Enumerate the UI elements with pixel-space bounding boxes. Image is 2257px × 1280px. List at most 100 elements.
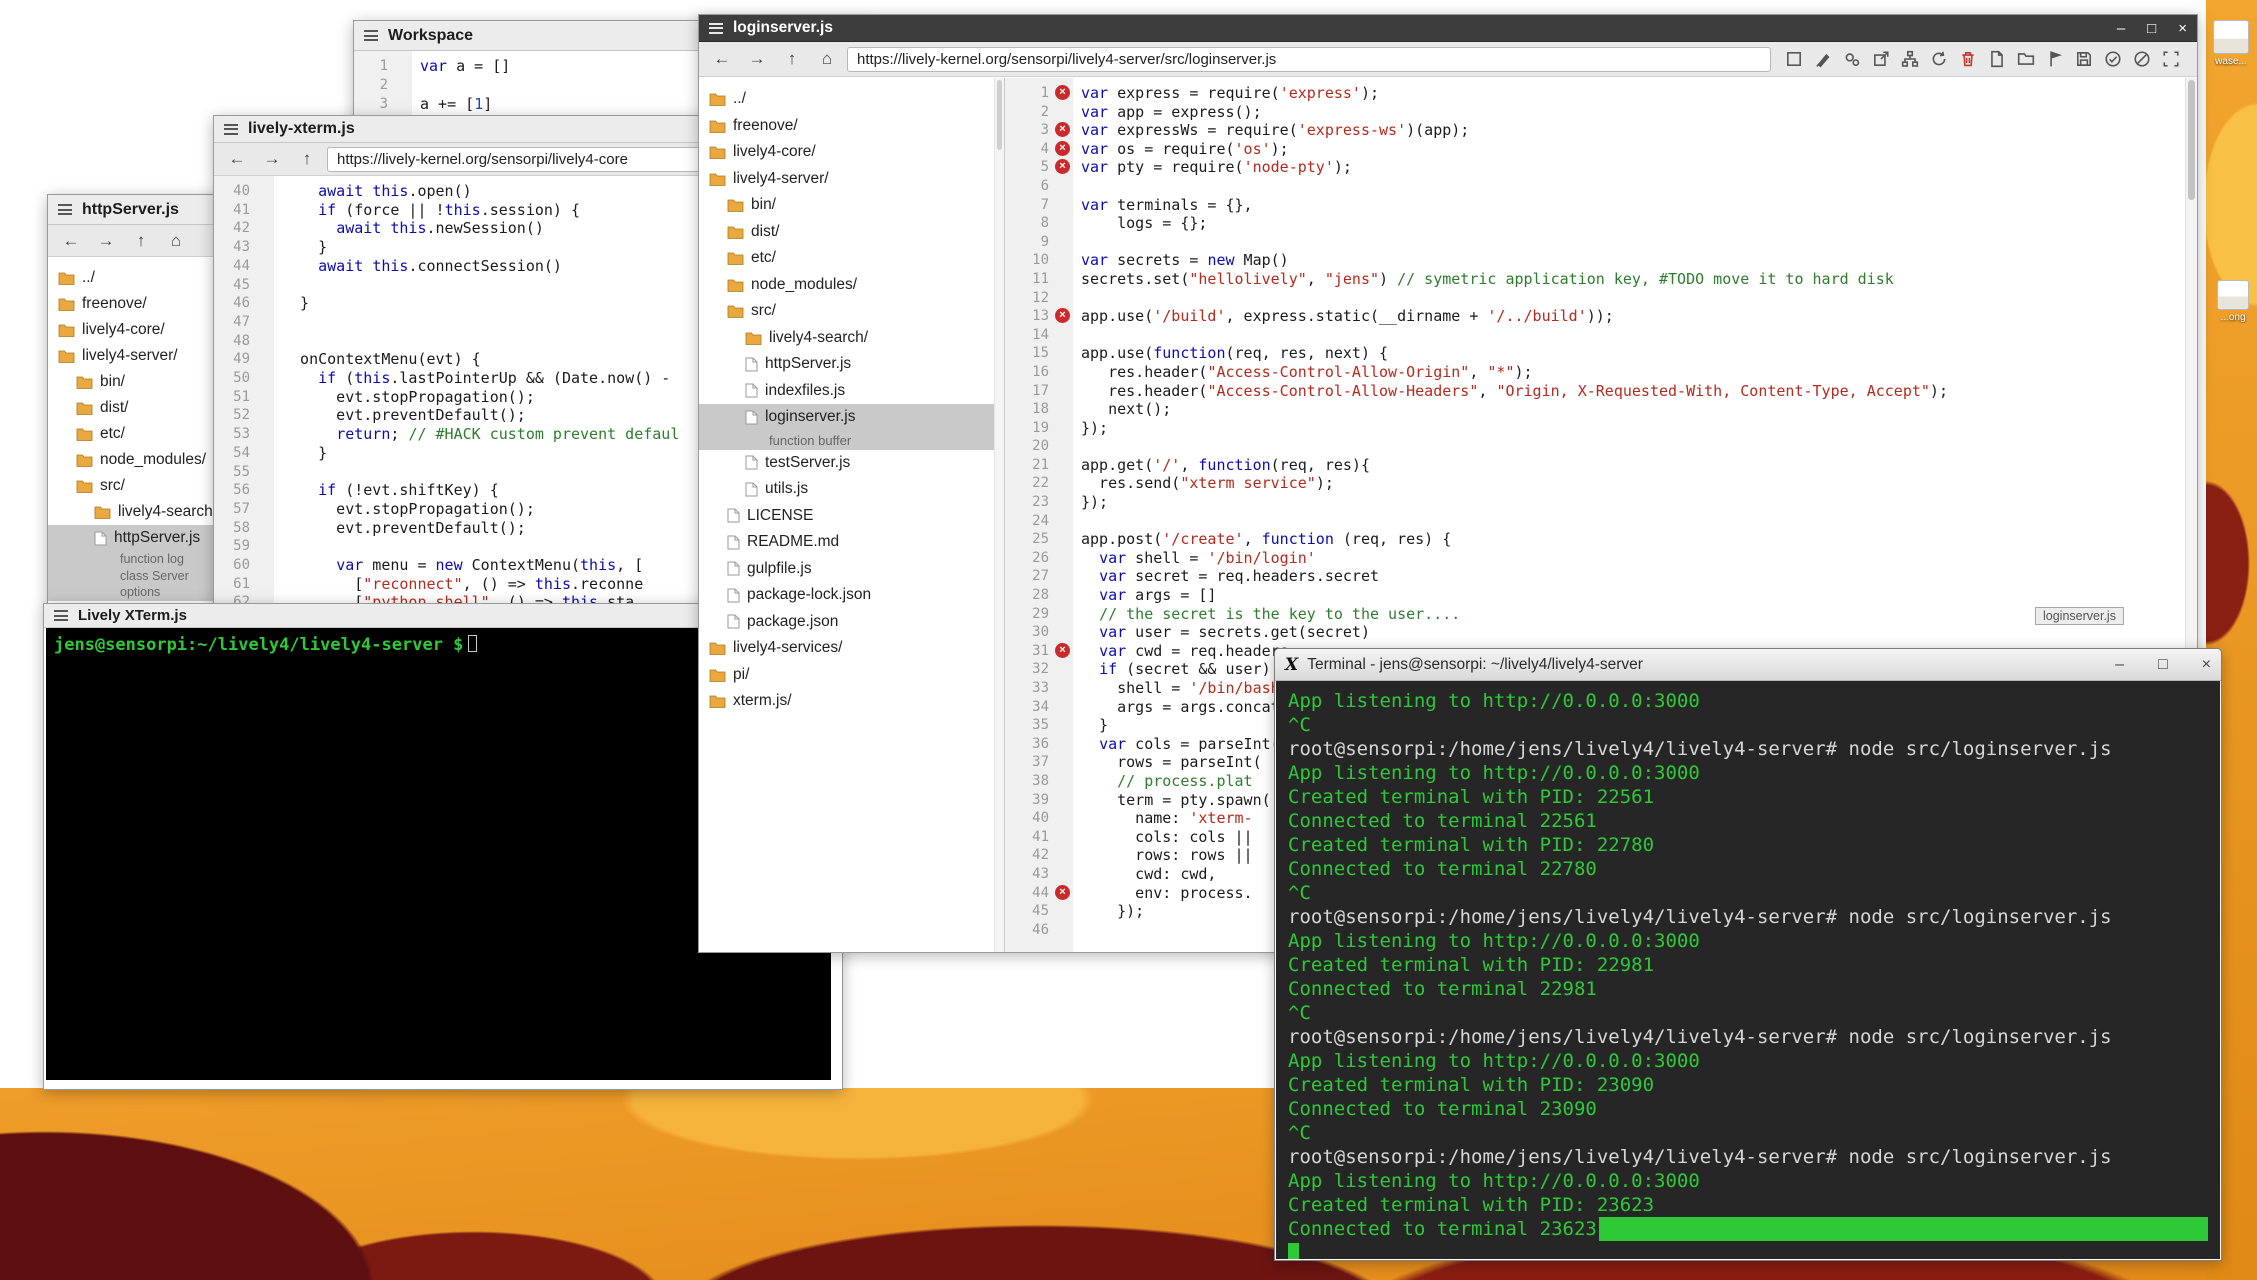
tree-item-lively4-services[interactable]: lively4-services/: [699, 635, 1004, 662]
line-number: 28: [1005, 586, 1073, 605]
folder-icon: [727, 251, 744, 265]
tree-item-license[interactable]: LICENSE: [699, 503, 1004, 530]
terminal-line: root@sensorpi:/home/jens/lively4/lively4…: [1288, 1145, 2208, 1169]
terminal-line: App listening to http://0.0.0.0:3000: [1288, 689, 2208, 713]
line-number: 60: [214, 556, 274, 575]
folder-icon: [727, 225, 744, 239]
new-file-icon[interactable]: [1988, 50, 2006, 68]
code-text: if (force || !this.session) {: [274, 201, 580, 220]
line-number: 43: [1005, 865, 1073, 884]
accept-icon[interactable]: [2104, 50, 2122, 68]
tree-item-node-modules[interactable]: node_modules/: [699, 272, 1004, 299]
tree-item-httpserver-js[interactable]: httpServer.js: [699, 351, 1004, 378]
up-button[interactable]: ↑: [777, 46, 807, 72]
code-text: // process.plat: [1073, 772, 1253, 791]
tree-item-[interactable]: ../: [699, 86, 1004, 113]
minimize-button[interactable]: –: [2115, 657, 2124, 673]
tree-item-label: README.md: [747, 533, 839, 551]
menu-icon[interactable]: [58, 204, 72, 215]
close-button[interactable]: ×: [2178, 21, 2187, 36]
line-number: 38: [1005, 772, 1073, 791]
up-button[interactable]: ↑: [292, 146, 322, 172]
code-line: 29 // the secret is the key to the user.…: [1005, 605, 2197, 624]
desktop-icon[interactable]: ...ong: [2211, 280, 2255, 323]
tree-subitem[interactable]: function buffer: [699, 431, 1004, 450]
tree-item-indexfiles-js[interactable]: indexfiles.js: [699, 378, 1004, 405]
error-badge-icon: ×: [1055, 308, 1070, 323]
flag-icon[interactable]: [2046, 50, 2064, 68]
line-number: 59: [214, 537, 274, 556]
tree-item-testserver-js[interactable]: testServer.js: [699, 450, 1004, 477]
code-line: 5×var pty = require('node-pty');: [1005, 158, 2197, 177]
maximize-button[interactable]: □: [2147, 21, 2156, 36]
tree-item-utils-js[interactable]: utils.js: [699, 476, 1004, 503]
tree-item-bin[interactable]: bin/: [699, 192, 1004, 219]
tree-item-pi[interactable]: pi/: [699, 662, 1004, 689]
scrollbar-thumb[interactable]: [2188, 80, 2195, 200]
url-field[interactable]: https://lively-kernel.org/sensorpi/livel…: [847, 47, 1771, 72]
sitemap-icon[interactable]: [1901, 50, 1919, 68]
forward-button[interactable]: →: [742, 46, 772, 72]
forward-button[interactable]: →: [257, 146, 287, 172]
external-link-icon[interactable]: [1872, 50, 1890, 68]
tree-item-lively4-search[interactable]: lively4-search/: [699, 325, 1004, 352]
file-icon: [745, 357, 758, 372]
home-button[interactable]: ⌂: [812, 46, 842, 72]
menu-icon[interactable]: [54, 610, 68, 621]
tree-item-freenove[interactable]: freenove/: [699, 113, 1004, 140]
cancel-icon[interactable]: [2133, 50, 2151, 68]
gears-icon[interactable]: [1843, 50, 1861, 68]
tree-item-package-json[interactable]: package.json: [699, 609, 1004, 636]
menu-icon[interactable]: [224, 124, 238, 135]
terminal-screen[interactable]: App listening to http://0.0.0.0:3000 ^C ro…: [1276, 681, 2220, 1259]
code-line: 22 res.send("xterm service");: [1005, 474, 2197, 493]
window-title: loginserver.js: [733, 19, 833, 37]
minimize-button[interactable]: –: [2117, 21, 2125, 36]
tree-item-dist[interactable]: dist/: [699, 219, 1004, 246]
back-button[interactable]: ←: [56, 228, 86, 254]
forward-button[interactable]: →: [91, 228, 121, 254]
tree-item-readme-md[interactable]: README.md: [699, 529, 1004, 556]
home-button[interactable]: ⌂: [161, 228, 191, 254]
tree-item-lively4-core[interactable]: lively4-core/: [699, 139, 1004, 166]
desktop-icon[interactable]: wase...: [2209, 20, 2253, 67]
menu-icon[interactable]: [364, 30, 378, 41]
loginserver-titlebar[interactable]: loginserver.js – □ ×: [699, 15, 2197, 42]
back-button[interactable]: ←: [707, 46, 737, 72]
tree-item-xterm-js[interactable]: xterm.js/: [699, 688, 1004, 715]
up-button[interactable]: ↑: [126, 228, 156, 254]
tree-item-loginserver-js[interactable]: loginserver.js: [699, 404, 1004, 431]
save-icon[interactable]: [2075, 50, 2093, 68]
tree-scrollbar[interactable]: [994, 78, 1004, 952]
tree-item-etc[interactable]: etc/: [699, 245, 1004, 272]
line-number: 35: [1005, 716, 1073, 735]
folder-icon: [709, 119, 726, 133]
folder-icon[interactable]: [2017, 50, 2035, 68]
line-number: 55: [214, 463, 274, 482]
terminal-window: X Terminal - jens@sensorpi: ~/lively4/li…: [1274, 648, 2222, 1261]
menu-icon[interactable]: [709, 23, 723, 34]
terminal-text: root@sensorpi:/home/jens/lively4/lively4…: [1288, 1145, 2112, 1169]
scrollbar-thumb[interactable]: [997, 80, 1002, 150]
terminal-titlebar[interactable]: X Terminal - jens@sensorpi: ~/lively4/li…: [1275, 649, 2221, 681]
terminal-text: ^C: [1288, 881, 1311, 905]
folder-icon: [709, 641, 726, 655]
expand-icon[interactable]: [2162, 50, 2180, 68]
tree-item-lively4-server[interactable]: lively4-server/: [699, 166, 1004, 193]
trash-icon[interactable]: [1959, 50, 1977, 68]
checkbox-icon[interactable]: [1785, 50, 1803, 68]
brush-icon[interactable]: [1814, 50, 1832, 68]
tree-item-label: httpServer.js: [765, 355, 851, 373]
tree-item-package-lock-json[interactable]: package-lock.json: [699, 582, 1004, 609]
code-text: }: [274, 294, 309, 313]
back-button[interactable]: ←: [222, 146, 252, 172]
line-number: 1: [354, 57, 412, 76]
maximize-button[interactable]: □: [2158, 657, 2168, 673]
refresh-icon[interactable]: [1930, 50, 1948, 68]
folder-icon: [58, 323, 75, 337]
tree-item-src[interactable]: src/: [699, 298, 1004, 325]
action-icons: [1776, 50, 2189, 68]
terminal-line: Connected to terminal 22780: [1288, 857, 2208, 881]
tree-item-gulpfile-js[interactable]: gulpfile.js: [699, 556, 1004, 583]
close-button[interactable]: ×: [2202, 657, 2211, 673]
